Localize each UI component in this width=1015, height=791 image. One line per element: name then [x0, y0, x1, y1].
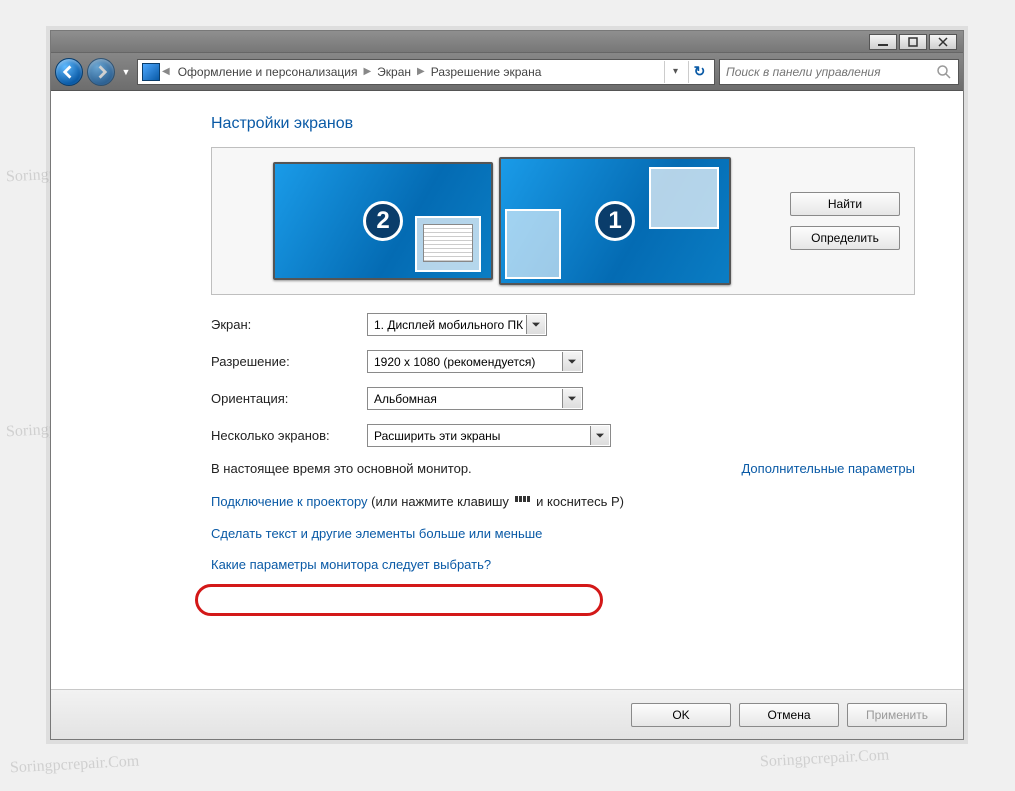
forward-button[interactable]	[87, 58, 115, 86]
identify-button[interactable]: Определить	[790, 226, 900, 250]
monitor-2[interactable]: 2	[273, 162, 493, 280]
screen-dropdown[interactable]: 1. Дисплей мобильного ПК	[367, 313, 547, 336]
breadcrumb-chevron-icon: ▶	[417, 66, 425, 77]
page-title: Настройки экранов	[211, 115, 915, 133]
window-preview-icon	[415, 216, 481, 272]
orientation-label: Ориентация:	[211, 391, 367, 406]
apply-button[interactable]: Применить	[847, 703, 947, 727]
monitor-1[interactable]: 1	[499, 157, 731, 285]
back-button[interactable]	[55, 58, 83, 86]
resolution-label: Разрешение:	[211, 354, 367, 369]
control-panel-window: ▼ ◀ Оформление и персонализация ▶ Экран …	[50, 30, 964, 740]
watermark-text: Soringpcrepair.Com	[10, 753, 140, 778]
breadcrumb-item[interactable]: Экран	[371, 61, 417, 83]
monitor-number: 1	[595, 201, 635, 241]
history-dropdown-icon[interactable]: ▼	[119, 60, 133, 84]
projector-link[interactable]: Подключение к проектору	[211, 494, 368, 509]
monitor-help-link[interactable]: Какие параметры монитора следует выбрать…	[211, 557, 491, 572]
taskbar-preview-icon	[505, 209, 561, 279]
find-button[interactable]: Найти	[790, 192, 900, 216]
projector-hint-tail: и коснитесь P)	[536, 494, 624, 509]
address-dropdown-icon[interactable]: ▾	[664, 61, 686, 83]
projector-hint-text: (или нажмите клавишу	[371, 494, 509, 509]
resolution-dropdown[interactable]: 1920 x 1080 (рекомендуется)	[367, 350, 583, 373]
address-bar[interactable]: ◀ Оформление и персонализация ▶ Экран ▶ …	[137, 59, 715, 85]
multi-screen-dropdown[interactable]: Расширить эти экраны	[367, 424, 611, 447]
screen-label: Экран:	[211, 317, 367, 332]
search-box[interactable]	[719, 59, 959, 85]
search-icon	[936, 64, 952, 80]
content-area: Настройки экранов 2 1 Найти Определить Э…	[51, 91, 963, 667]
dialog-footer: OK Отмена Применить	[51, 689, 963, 739]
breadcrumb: Оформление и персонализация ▶ Экран ▶ Ра…	[172, 61, 662, 83]
advanced-settings-link[interactable]: Дополнительные параметры	[741, 461, 915, 476]
monitor-preview-area[interactable]: 2 1	[226, 157, 778, 285]
search-input[interactable]	[726, 65, 932, 79]
monitor-arrangement-panel: 2 1 Найти Определить	[211, 147, 915, 295]
window-titlebar	[51, 31, 963, 53]
orientation-dropdown[interactable]: Альбомная	[367, 387, 583, 410]
breadcrumb-chevron-icon[interactable]: ◀	[162, 66, 170, 77]
minimize-button[interactable]	[869, 34, 897, 50]
close-button[interactable]	[929, 34, 957, 50]
breadcrumb-item[interactable]: Разрешение экрана	[425, 61, 548, 83]
breadcrumb-chevron-icon: ▶	[363, 66, 371, 77]
cancel-button[interactable]: Отмена	[739, 703, 839, 727]
watermark-text: Soringpcrepair.Com	[760, 747, 890, 772]
text-scale-link[interactable]: Сделать текст и другие элементы больше и…	[211, 526, 542, 541]
breadcrumb-item[interactable]: Оформление и персонализация	[172, 61, 364, 83]
multi-screen-label: Несколько экранов:	[211, 428, 367, 443]
navigation-bar: ▼ ◀ Оформление и персонализация ▶ Экран …	[51, 53, 963, 91]
primary-monitor-status: В настоящее время это основной монитор.	[211, 461, 472, 476]
window-preview-icon	[649, 167, 719, 229]
monitor-number: 2	[363, 201, 403, 241]
windows-key-icon	[515, 496, 531, 510]
maximize-button[interactable]	[899, 34, 927, 50]
refresh-icon[interactable]: ↻	[688, 61, 710, 83]
ok-button[interactable]: OK	[631, 703, 731, 727]
control-panel-icon	[142, 63, 160, 81]
